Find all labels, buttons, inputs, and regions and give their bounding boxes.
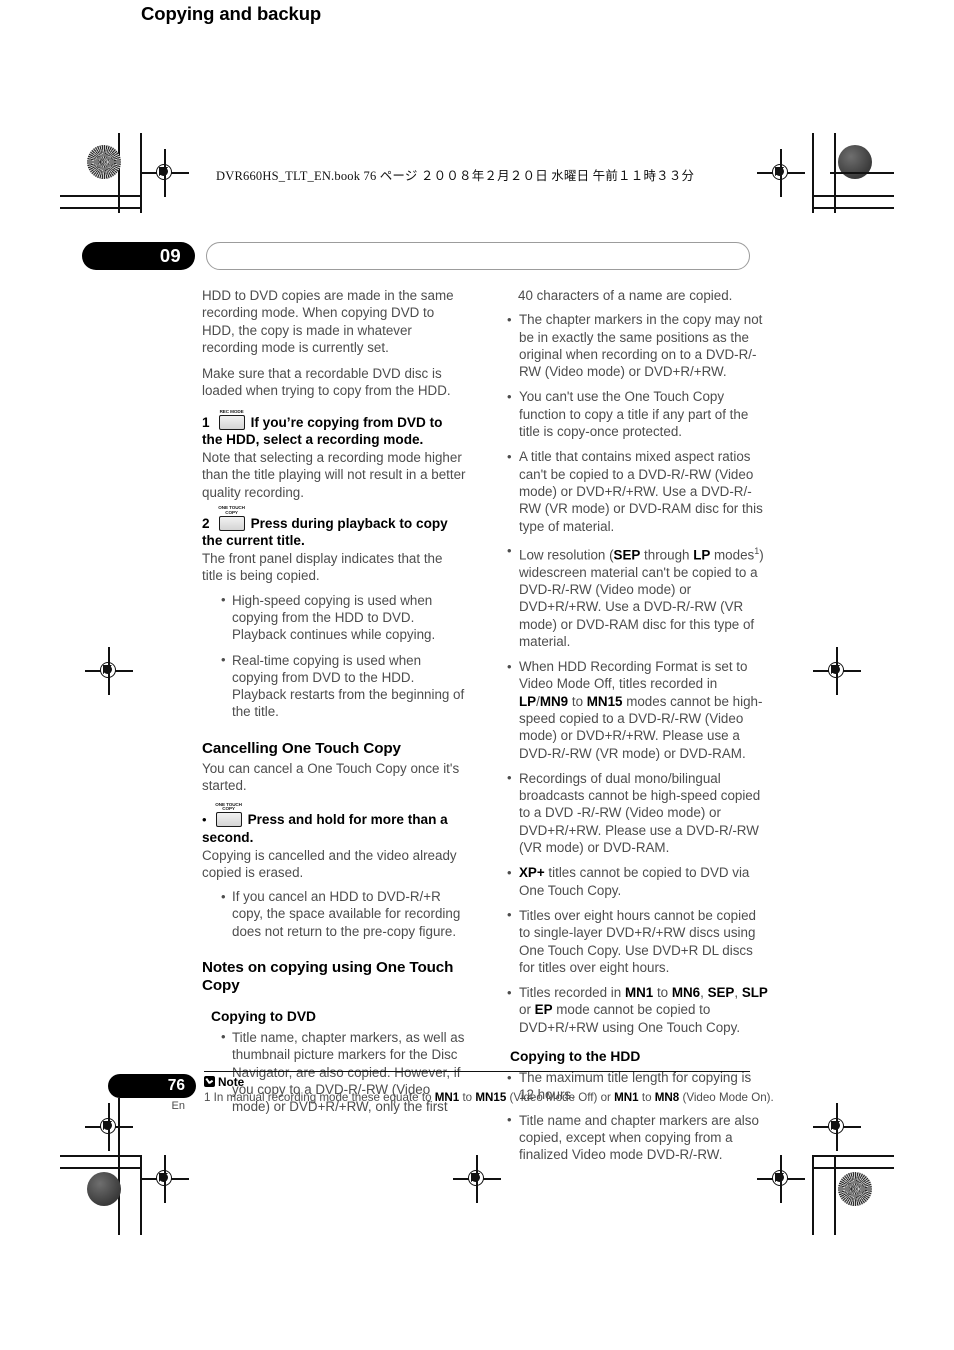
registration-mark-bottom-center: [453, 1155, 501, 1203]
page-number-badge: 76: [108, 1074, 196, 1098]
right-column: 40 characters of a name are copied. The …: [505, 287, 769, 1172]
notes-on-copying-heading: Notes on copying using One Touch Copy: [202, 958, 454, 994]
chapter-header: 09: [82, 242, 750, 270]
continued-text: 40 characters of a name are copied.: [518, 288, 733, 303]
left-column: HDD to DVD copies are made in the same r…: [202, 287, 466, 1123]
registration-mark-bottom-right: [757, 1155, 805, 1203]
chapter-title-pill: [206, 242, 750, 270]
footnote-text: 1 In manual recording mode these equate …: [204, 1091, 774, 1104]
cancel-bullet-list: If you cancel an HDD to DVD-R/+R copy, t…: [219, 888, 466, 940]
one-touch-copy-button-label: ONE TOUCH COPY: [215, 801, 242, 812]
one-touch-copy-button-icon: ONE TOUCH COPY: [218, 505, 245, 531]
step-2: 2 ONE TOUCH COPY Press during playback to c…: [202, 505, 466, 550]
list-item: Titles over eight hours cannot be copied…: [505, 906, 769, 976]
bullet-glyph: •: [202, 812, 207, 828]
note-divider: [204, 1071, 750, 1073]
one-touch-copy-button-icon: ONE TOUCH COPY: [215, 802, 242, 828]
registration-mark-bottom-right-lower: [813, 1103, 861, 1151]
list-item: Titles recorded in MN1 to MN6, SEP, SLP …: [505, 984, 769, 1036]
list-item: The chapter markers in the copy may not …: [505, 311, 769, 380]
chapter-number: 09: [82, 242, 195, 270]
crop-mark-bottom-right-h: [812, 1155, 894, 1157]
color-target-top-left: [87, 145, 121, 179]
list-item: XP+ titles cannot be copied to DVD via O…: [505, 864, 769, 899]
crop-mark-bottom-right-v: [834, 1155, 836, 1235]
step-1-number: 1: [202, 414, 210, 430]
color-target-top-right: [838, 145, 872, 179]
copying-to-hdd-subheading: Copying to the HDD: [510, 1049, 641, 1065]
intro-paragraph-2: Make sure that a recordable DVD disc is …: [202, 366, 451, 399]
crop-mark-top-left-h2: [60, 207, 142, 209]
step-1: 1 REC MODE If you’re copying from DVD to t…: [202, 409, 466, 449]
intro-paragraph-1: HDD to DVD copies are made in the same r…: [202, 288, 454, 355]
list-item: You can't use the One Touch Copy functio…: [505, 388, 769, 440]
note-heading: Note: [204, 1075, 244, 1089]
color-target-bottom-right: [838, 1172, 872, 1206]
step-2-bullet-list: High-speed copying is used when copying …: [219, 591, 466, 721]
list-item: Title name and chapter markers are also …: [505, 1111, 769, 1164]
page-title: Copying and backup: [141, 3, 322, 24]
step-1-body: Note that selecting a recording mode hig…: [202, 449, 466, 500]
one-touch-copy-button-label: ONE TOUCH COPY: [218, 505, 245, 515]
crop-mark-bottom-right-h2: [812, 1167, 894, 1169]
rec-mode-button-icon: REC MODE: [218, 409, 245, 430]
list-item: Low resolution (SEP through LP modes1) w…: [505, 542, 769, 650]
cancel-action-step: • ONE TOUCH COPY Press and hold for more th…: [202, 802, 466, 846]
crop-mark-top-right-h: [812, 195, 894, 197]
cancel-action-body: Copying is cancelled and the video alrea…: [202, 847, 457, 880]
page-language-label: En: [171, 1100, 185, 1112]
registration-mark-middle-left: [85, 647, 133, 695]
rule-top-right: [830, 172, 894, 174]
book-imprint-line: DVR660HS_TLT_EN.book 76 ページ ２００８年２月２０日 水…: [216, 169, 695, 183]
crop-mark-top-left-v: [118, 133, 120, 213]
cancelling-one-touch-copy-heading: Cancelling One Touch Copy: [202, 739, 401, 757]
list-item: Recordings of dual mono/bilingual broadc…: [505, 769, 769, 856]
step-2-body: The front panel display indicates that t…: [202, 551, 443, 584]
crop-mark-top-right-h2: [812, 207, 894, 209]
registration-mark-top-left: [141, 149, 189, 197]
registration-mark-bottom-left-lower: [85, 1103, 133, 1151]
color-target-bottom-left: [87, 1172, 121, 1206]
crop-mark-bottom-left-h2: [60, 1167, 142, 1169]
list-item: High-speed copying is used when copying …: [219, 591, 466, 644]
cancelling-intro: You can cancel a One Touch Copy once it'…: [202, 760, 460, 794]
step-2-number: 2: [202, 515, 210, 531]
registration-mark-bottom-left: [141, 1155, 189, 1203]
registration-mark-middle-right: [813, 647, 861, 695]
dvd-notes-bullet-list: The chapter markers in the copy may not …: [505, 311, 769, 1036]
note-pencil-icon: [204, 1076, 215, 1087]
copying-to-dvd-subheading: Copying to DVD: [211, 1008, 316, 1024]
list-item: If you cancel an HDD to DVD-R/+R copy, t…: [219, 888, 466, 940]
crop-mark-bottom-left-v2: [140, 1155, 142, 1235]
crop-mark-bottom-right-v2: [812, 1155, 814, 1235]
crop-mark-top-right-v2: [812, 133, 814, 213]
crop-mark-bottom-left-h: [60, 1155, 142, 1157]
crop-mark-top-left-h: [60, 195, 142, 197]
list-item: A title that contains mixed aspect ratio…: [505, 448, 769, 534]
hdd-notes-bullet-list: The maximum title length for copying is …: [505, 1069, 769, 1163]
list-item: Real-time copying is used when copying f…: [219, 651, 466, 721]
list-item: When HDD Recording Format is set to Vide…: [505, 658, 769, 762]
registration-mark-top-right: [757, 149, 805, 197]
note-label: Note: [218, 1075, 245, 1089]
